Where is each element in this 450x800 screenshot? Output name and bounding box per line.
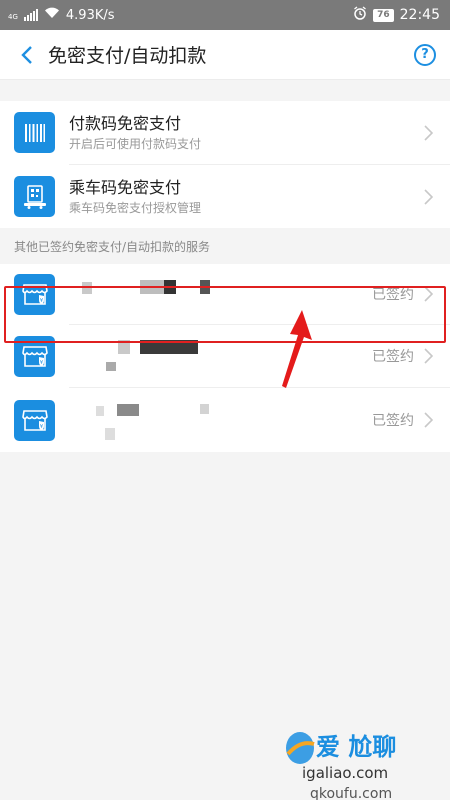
chevron-right-icon [420, 123, 436, 143]
chevron-right-icon [420, 187, 436, 207]
battery-icon: 76 [373, 8, 394, 22]
watermark-line3: qkoufu.com [310, 786, 392, 800]
alarm-icon [353, 6, 367, 24]
chevron-left-icon [21, 45, 32, 64]
status-label: 已签约 [372, 413, 414, 429]
chevron-right-icon [420, 410, 436, 430]
primary-payment-list: 付款码免密支付 开启后可使用付款码支付 乘车码免密支付 乘车码免密支付授权管理 [0, 101, 450, 228]
store-shield-icon: ¥ [14, 399, 55, 441]
watermark-logo: 爱 尬聊 igaliao.com qkoufu.com [280, 710, 440, 800]
svg-text:¥: ¥ [39, 424, 42, 430]
item-subtitle: 乘车码免密支付授权管理 [69, 200, 202, 215]
back-button[interactable] [14, 40, 40, 70]
status-label: 已签约 [372, 349, 414, 365]
item-title: 乘车码免密支付 [69, 177, 182, 197]
help-button[interactable]: ? [414, 43, 436, 66]
list-item-transit-code[interactable]: 乘车码免密支付 乘车码免密支付授权管理 [0, 165, 450, 228]
watermark-line2: igaliao.com [302, 764, 388, 782]
redacted-text [96, 406, 104, 416]
highlight-box [4, 286, 446, 343]
svg-text:¥: ¥ [39, 360, 42, 366]
watermark-line1: 爱 尬聊 [316, 733, 396, 761]
redacted-text [105, 428, 115, 440]
net-speed: 4.93K/s [65, 7, 115, 23]
list-item-service[interactable]: ¥ 已签约 [0, 388, 450, 452]
barcode-icon [14, 112, 55, 153]
status-bar: 4G 4.93K/s 76 22:45 [0, 0, 450, 30]
clock: 22:45 [399, 7, 440, 23]
redacted-text [117, 404, 139, 416]
bus-qr-icon [14, 176, 55, 217]
redacted-text [106, 362, 116, 371]
item-title: 付款码免密支付 [69, 113, 182, 133]
chevron-right-icon [420, 346, 436, 366]
list-item-payment-code[interactable]: 付款码免密支付 开启后可使用付款码支付 [0, 101, 450, 164]
wifi-icon [44, 7, 60, 23]
network-type: 4G [8, 13, 18, 21]
nav-bar: 免密支付/自动扣款 ? [0, 30, 450, 80]
item-subtitle: 开启后可使用付款码支付 [69, 136, 202, 151]
signal-icon [23, 9, 38, 21]
redacted-text [200, 404, 209, 414]
section-label: 其他已签约免密支付/自动扣款的服务 [14, 239, 211, 254]
red-arrow-annotation [278, 310, 312, 394]
page-title: 免密支付/自动扣款 [48, 45, 207, 67]
